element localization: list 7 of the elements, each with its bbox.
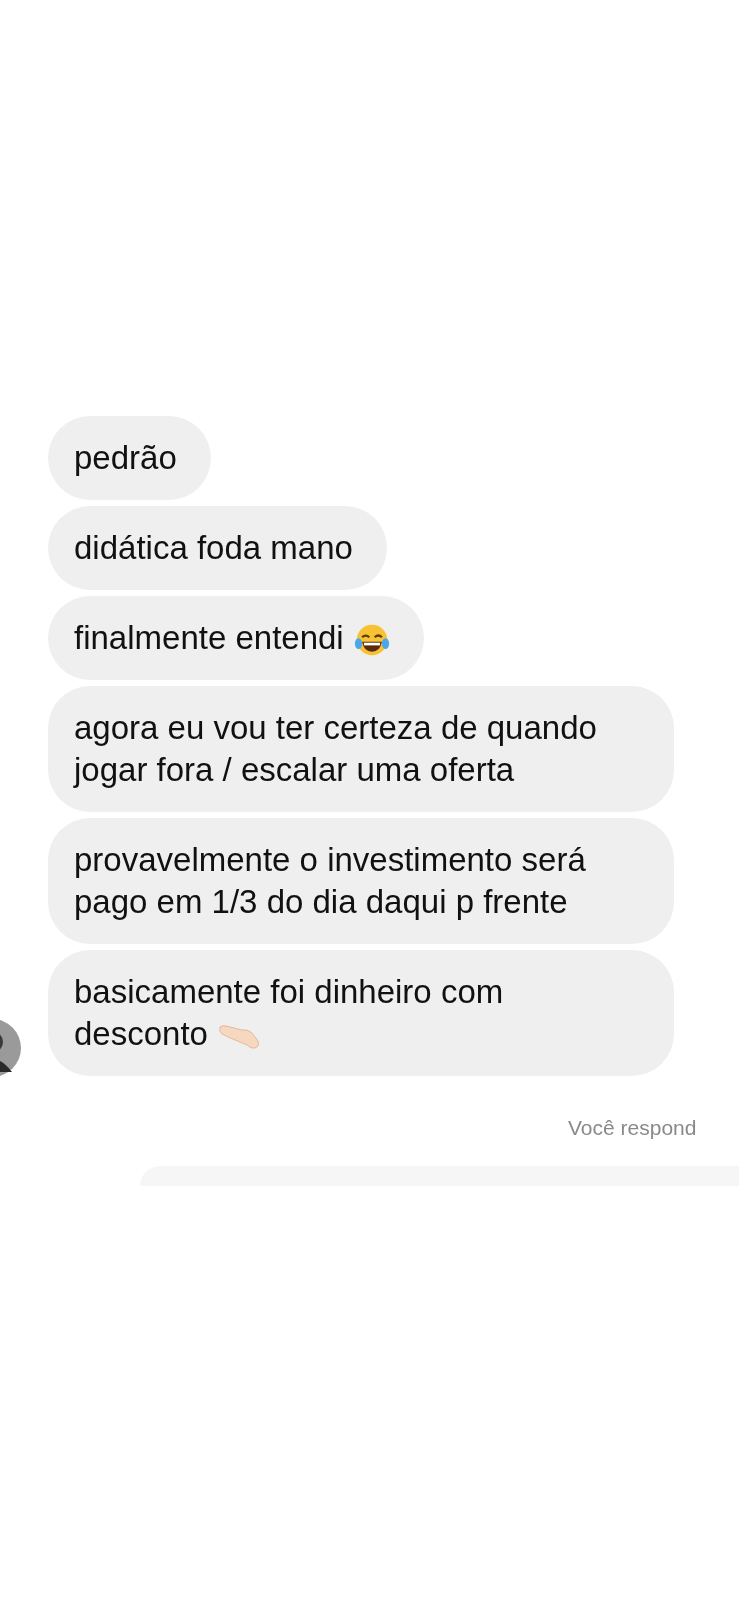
message-bubble: pedrão: [48, 416, 211, 500]
message-bubble: didática foda mano: [48, 506, 387, 590]
message-bubble: basicamente foi dinheiro com desconto: [48, 950, 674, 1076]
message-bubble: finalmente entendi: [48, 596, 424, 680]
message-bubble: agora eu vou ter certeza de quando jogar fora / escalar uma oferta: [48, 686, 674, 812]
message-bubble: provavelmente o investimento será pago em 1/3 do dia daqui p frente: [48, 818, 674, 944]
reply-status: Você respond: [568, 1116, 697, 1140]
